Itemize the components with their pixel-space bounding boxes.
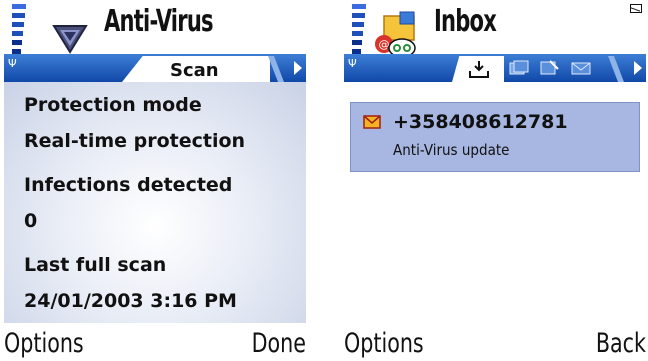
last-full-scan-value: 24/01/2003 3:16 PM xyxy=(24,290,237,312)
tab-scan[interactable]: Scan xyxy=(122,56,270,82)
done-softkey[interactable]: Done xyxy=(252,328,306,359)
outbox-tab-icon[interactable] xyxy=(570,59,592,77)
tab-scroll-right-icon[interactable] xyxy=(634,61,642,75)
tab-scroll-right-icon[interactable] xyxy=(294,61,302,75)
new-message-indicator-icon xyxy=(630,4,642,13)
antivirus-screen: Anti-Virus Ψ Scan Protection mode Real-t… xyxy=(4,0,306,361)
inbox-app-icon: @ xyxy=(375,11,416,58)
infections-detected-label: Infections detected xyxy=(24,174,233,196)
tab-divider-icon xyxy=(268,56,284,82)
last-full-scan-label: Last full scan xyxy=(24,254,167,276)
back-softkey[interactable]: Back xyxy=(596,328,646,359)
protection-mode-value: Real-time protection xyxy=(24,130,246,152)
signal-strength-icon xyxy=(12,4,26,54)
inbox-screen: @ Inbox Ψ +358408612781 Anti-Virus updat… xyxy=(344,0,646,361)
tab-scan-label: Scan xyxy=(170,60,219,81)
message-item[interactable]: +358408612781 Anti-Virus update xyxy=(350,102,640,172)
svg-text:@: @ xyxy=(379,38,390,51)
antenna-icon: Ψ xyxy=(8,57,17,70)
signal-strength-icon xyxy=(352,4,366,54)
message-list: +358408612781 Anti-Virus update xyxy=(344,82,646,323)
tab-bar: Ψ Scan xyxy=(4,54,306,82)
tab-divider-icon xyxy=(608,56,624,82)
drafts-tab-icon[interactable] xyxy=(508,59,530,77)
antenna-icon: Ψ xyxy=(348,57,357,70)
protection-mode-label: Protection mode xyxy=(24,94,202,116)
antivirus-app-icon xyxy=(52,25,88,54)
unread-message-icon xyxy=(363,115,381,129)
app-title: Anti-Virus xyxy=(104,4,214,39)
inbox-tab-icon xyxy=(469,61,489,78)
sent-tab-icon[interactable] xyxy=(538,59,560,77)
message-sender: +358408612781 xyxy=(393,111,568,133)
tab-inbox[interactable] xyxy=(452,56,504,82)
infections-detected-value: 0 xyxy=(24,210,38,232)
options-softkey[interactable]: Options xyxy=(344,328,424,359)
scan-details: Protection mode Real-time protection Inf… xyxy=(4,82,306,323)
tab-bar: Ψ xyxy=(344,54,646,82)
message-subject: Anti-Virus update xyxy=(393,141,510,159)
app-title: Inbox xyxy=(434,4,497,39)
options-softkey[interactable]: Options xyxy=(4,328,84,359)
